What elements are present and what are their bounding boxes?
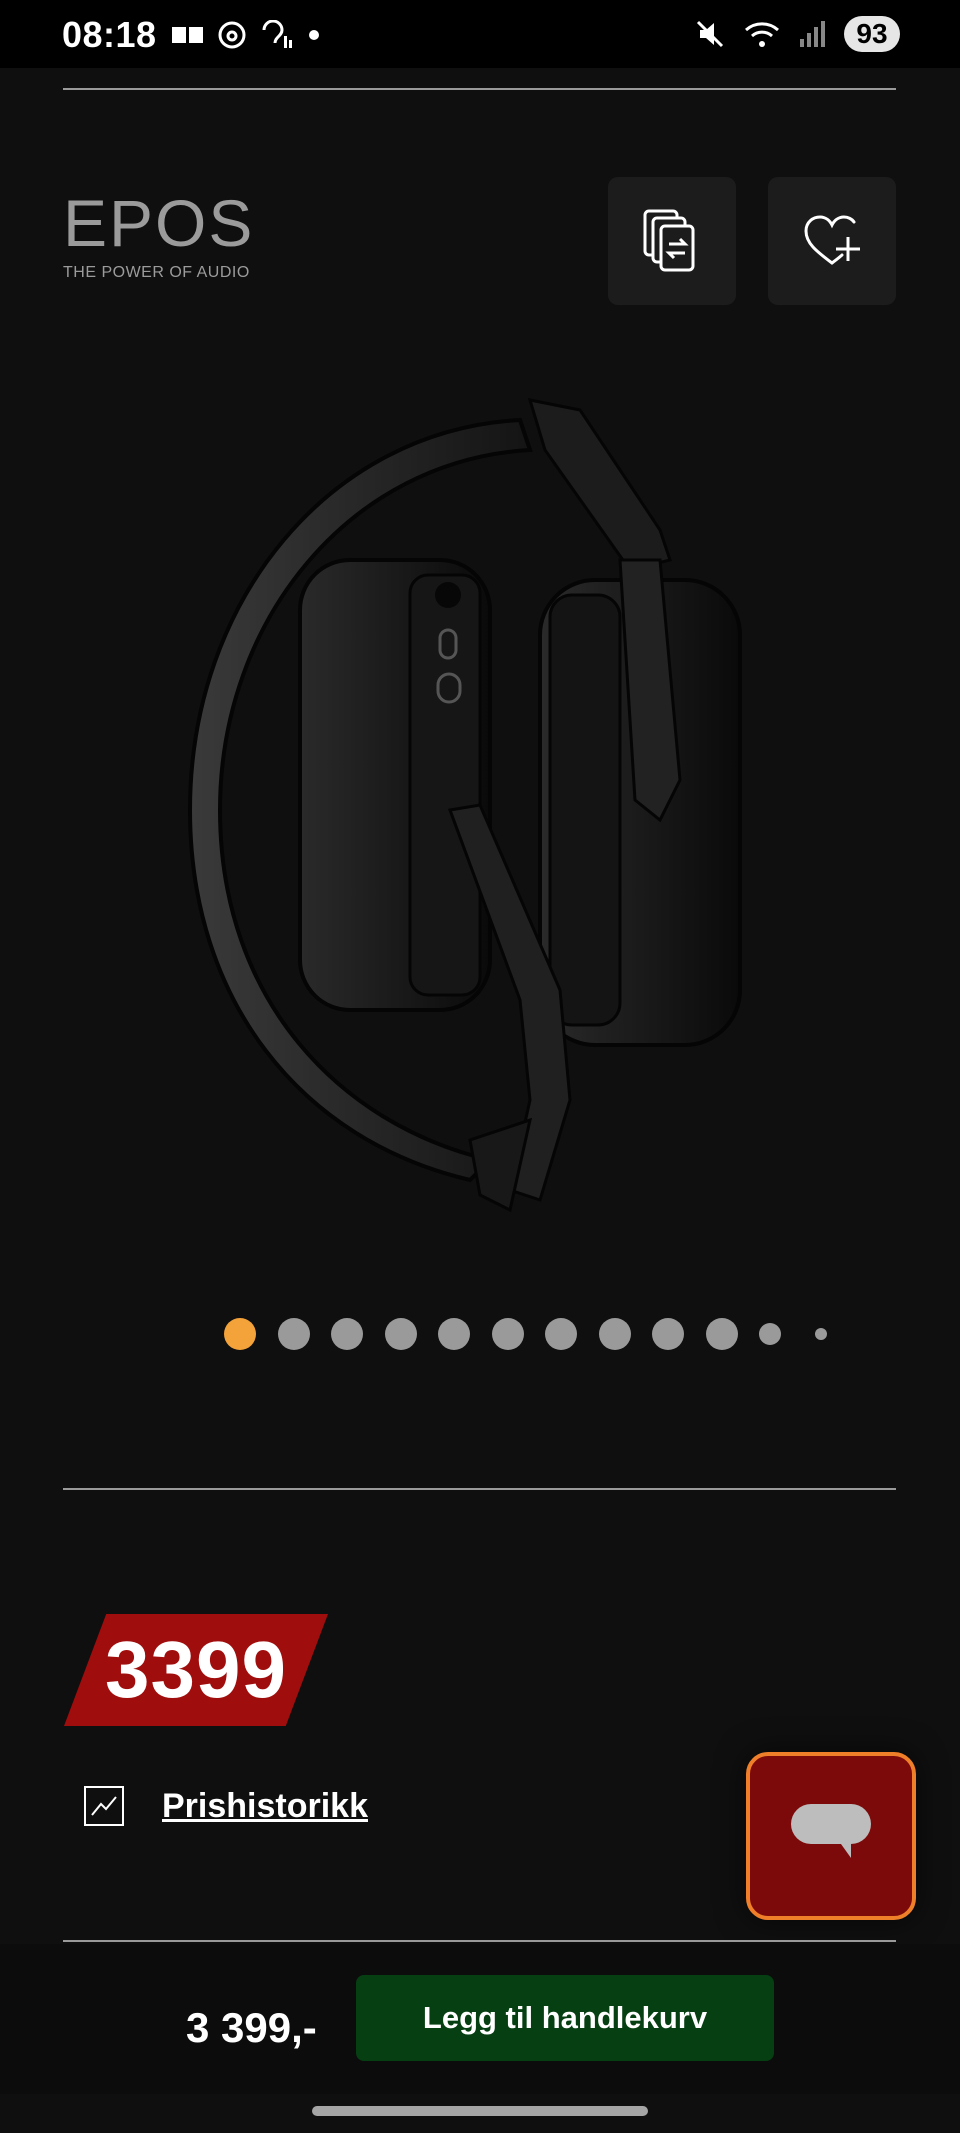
- gallery-dot-12[interactable]: [814, 1328, 827, 1340]
- signal-icon: [800, 21, 825, 47]
- brand-tagline: THE POWER OF AUDIO: [63, 264, 250, 281]
- gallery-dot-4[interactable]: [384, 1318, 417, 1350]
- chat-button[interactable]: [746, 1752, 916, 1920]
- mute-icon: [696, 20, 724, 48]
- product-image[interactable]: [150, 380, 810, 1230]
- hearing-icon: [262, 20, 292, 48]
- divider-bottom: [63, 1940, 896, 1942]
- dot-icon: [309, 30, 319, 40]
- gallery-dot-2[interactable]: [277, 1318, 310, 1350]
- gesture-nav-handle[interactable]: [312, 2106, 648, 2116]
- price-history-link[interactable]: Prishistorikk: [84, 1786, 368, 1826]
- gallery-dot-9[interactable]: [652, 1318, 684, 1350]
- gallery-dot-10[interactable]: [705, 1318, 738, 1350]
- compare-button[interactable]: [608, 177, 736, 305]
- battery-indicator: 93: [844, 16, 900, 52]
- gallery-dot-1[interactable]: [224, 1318, 256, 1350]
- gallery-dot-5[interactable]: [438, 1318, 470, 1350]
- price-history-label[interactable]: Prishistorikk: [162, 1787, 368, 1826]
- brand-logo: EPOS THE POWER OF AUDIO: [63, 190, 254, 282]
- threads-icon: [218, 21, 246, 49]
- brand-wordmark: EPOS: [63, 186, 255, 260]
- status-bar: 08:18 93: [0, 0, 960, 68]
- divider-middle: [63, 1488, 896, 1490]
- add-to-cart-button[interactable]: Legg til handlekurv: [356, 1975, 774, 2061]
- gallery-dot-7[interactable]: [545, 1318, 577, 1350]
- compare-icon: [643, 209, 695, 272]
- news-icon: [172, 27, 203, 43]
- status-time: 08:18: [62, 14, 157, 55]
- chart-icon: [84, 1786, 124, 1826]
- gallery-dot-11[interactable]: [758, 1323, 781, 1345]
- wifi-icon: [745, 22, 779, 47]
- gallery-dot-6[interactable]: [491, 1318, 524, 1350]
- wishlist-button[interactable]: [768, 177, 896, 305]
- gallery-pagination: [224, 1318, 848, 1350]
- bottom-price: 3 399,-: [186, 2004, 317, 2051]
- heart-plus-icon: [804, 215, 860, 265]
- gallery-dot-8[interactable]: [598, 1318, 631, 1350]
- chat-bubble-icon: [791, 1804, 871, 1858]
- gallery-dot-3[interactable]: [331, 1318, 363, 1350]
- price-badge-value: 3399: [105, 1625, 287, 1714]
- divider-top: [63, 88, 896, 90]
- price-badge: 3399: [64, 1614, 328, 1726]
